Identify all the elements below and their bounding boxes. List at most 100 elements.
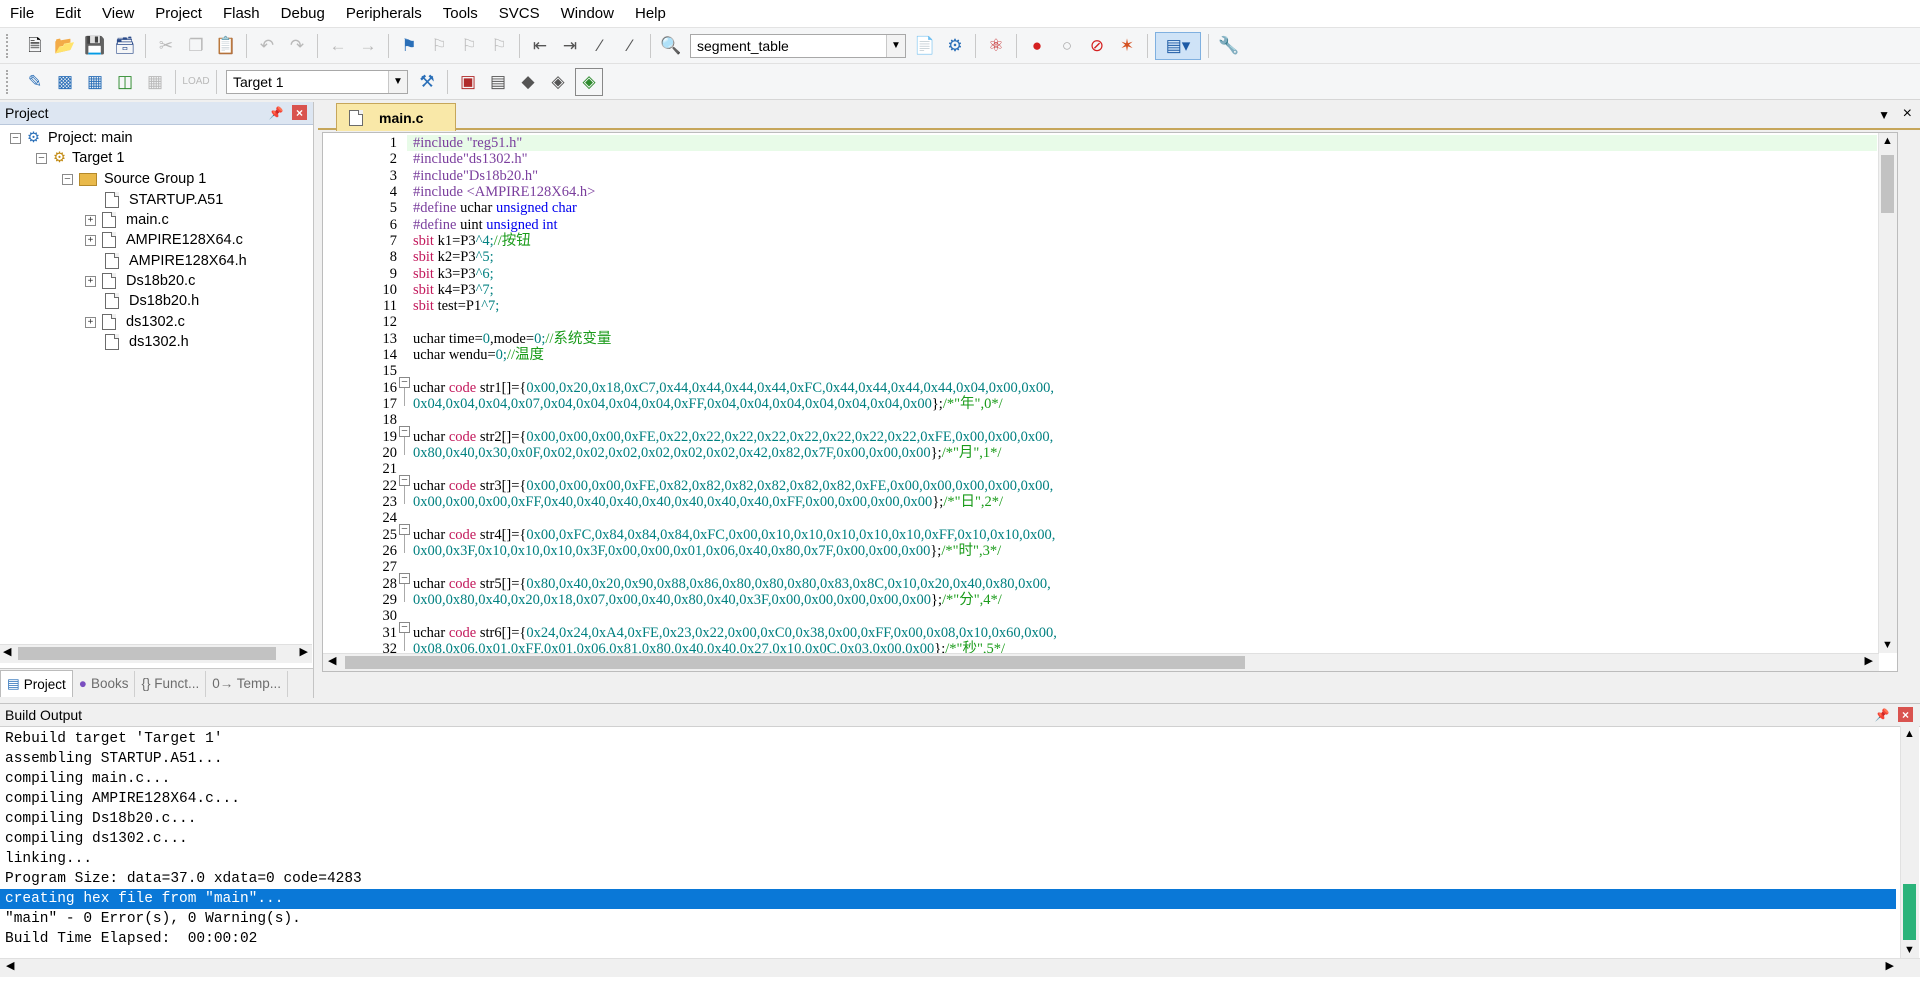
disable-breakpoints-icon[interactable]: ⊘ — [1084, 33, 1110, 59]
download-icon[interactable]: LOAD — [182, 69, 209, 95]
fold-icon[interactable]: – — [399, 426, 410, 437]
tab-functions[interactable]: {} Funct... — [135, 670, 207, 697]
fold-icon[interactable]: – — [399, 622, 410, 633]
tab-list-icon[interactable]: ▼ — [1878, 108, 1890, 122]
fold-icon[interactable]: – — [399, 475, 410, 486]
target-combo[interactable]: Target 1 ▼ — [226, 69, 408, 94]
close-icon[interactable]: × — [292, 105, 307, 120]
pack-installer-icon[interactable]: ◈ — [545, 69, 571, 95]
menu-svcs[interactable]: SVCS — [489, 0, 551, 28]
chevron-down-icon[interactable]: ▼ — [388, 70, 407, 93]
translate-icon[interactable]: ✎ — [22, 69, 48, 95]
expand-icon[interactable]: + — [85, 275, 96, 287]
file-extensions-icon[interactable]: ▤ — [485, 69, 511, 95]
scroll-left-icon[interactable]: ◀ — [3, 645, 11, 658]
tab-books[interactable]: ● Books — [73, 670, 136, 697]
nav-back-icon[interactable]: ← — [325, 33, 351, 59]
menu-flash[interactable]: Flash — [213, 0, 271, 28]
enable-breakpoint-icon[interactable]: ○ — [1054, 33, 1080, 59]
chevron-down-icon[interactable]: ▼ — [886, 34, 905, 57]
output-line-selected[interactable]: creating hex file from "main"... — [0, 889, 1896, 909]
tree-file[interactable]: STARTUP.A51 — [105, 189, 223, 211]
incremental-find-icon[interactable]: ⚙ — [942, 33, 968, 59]
batch-build-icon[interactable]: ◫ — [112, 69, 138, 95]
tree-file[interactable]: + Ds18b20.c — [85, 270, 195, 292]
menu-project[interactable]: Project — [145, 0, 213, 28]
editor-vscrollbar[interactable]: ▲ ▼ — [1878, 133, 1897, 653]
expand-icon[interactable]: + — [85, 234, 96, 246]
pin-icon[interactable]: 📌 — [268, 105, 284, 121]
toolbar-grip[interactable] — [6, 69, 12, 94]
menu-edit[interactable]: Edit — [45, 0, 92, 28]
rebuild-icon[interactable]: ▦ — [82, 69, 108, 95]
start-debug-icon[interactable]: ⚛ — [983, 33, 1009, 59]
redo-icon[interactable]: ↷ — [284, 33, 310, 59]
clear-bookmarks-icon[interactable]: ⚐ — [486, 33, 512, 59]
tab-main-c[interactable]: main.c — [336, 103, 456, 131]
copy-icon[interactable]: ❐ — [183, 33, 209, 59]
scroll-left-icon[interactable]: ◀ — [6, 959, 14, 972]
build-icon[interactable]: ▩ — [52, 69, 78, 95]
tree-file[interactable]: AMPIRE128X64.h — [105, 250, 247, 272]
menu-tools[interactable]: Tools — [433, 0, 489, 28]
scroll-down-icon[interactable]: ▼ — [1882, 639, 1893, 651]
scroll-up-icon[interactable]: ▲ — [1904, 728, 1915, 740]
find-icon[interactable]: 📄 — [912, 33, 938, 59]
indent-icon[interactable]: ⇤ — [527, 33, 553, 59]
close-icon[interactable]: × — [1898, 707, 1913, 722]
toolbar-grip[interactable] — [6, 33, 12, 58]
new-file-icon[interactable]: 🗎 — [22, 33, 48, 59]
fold-icon[interactable]: – — [399, 377, 410, 388]
open-folder-icon[interactable]: 📂 — [52, 33, 78, 59]
scroll-thumb[interactable] — [18, 647, 276, 660]
comment-icon[interactable]: ⁄ — [587, 33, 613, 59]
find-in-files-icon[interactable]: 🔍 — [658, 33, 684, 59]
menu-help[interactable]: Help — [625, 0, 677, 28]
kill-breakpoints-icon[interactable]: ✶ — [1114, 33, 1140, 59]
project-hscrollbar[interactable]: ◀ ▶ — [0, 644, 312, 663]
nav-forward-icon[interactable]: → — [355, 33, 381, 59]
menu-debug[interactable]: Debug — [271, 0, 336, 28]
collapse-icon[interactable]: – — [10, 132, 21, 144]
configure-icon[interactable]: 🔧 — [1216, 33, 1242, 59]
insert-breakpoint-icon[interactable]: ● — [1024, 33, 1050, 59]
tree-project-root[interactable]: – ⚙ Project: main — [10, 127, 133, 149]
save-all-icon[interactable]: 🗃 — [112, 33, 138, 59]
tree-file[interactable]: + AMPIRE128X64.c — [85, 229, 243, 251]
window-layout-icon[interactable]: ▤▾ — [1155, 31, 1201, 60]
menu-peripherals[interactable]: Peripherals — [336, 0, 433, 28]
scroll-down-icon[interactable]: ▼ — [1904, 944, 1915, 956]
scroll-thumb[interactable] — [345, 656, 1245, 669]
manage-rte-icon[interactable]: ◈ — [575, 67, 603, 96]
menu-file[interactable]: File — [0, 0, 45, 28]
save-icon[interactable]: 💾 — [82, 33, 108, 59]
next-bookmark-icon[interactable]: ⚐ — [456, 33, 482, 59]
output-hscrollbar[interactable]: ◀ ▶ — [0, 958, 1920, 977]
fold-icon[interactable]: – — [399, 573, 410, 584]
undo-icon[interactable]: ↶ — [254, 33, 280, 59]
scroll-right-icon[interactable]: ▶ — [300, 645, 308, 658]
close-editor-icon[interactable]: × — [1903, 105, 1912, 123]
tree-file[interactable]: Ds18b20.h — [105, 290, 199, 312]
scroll-up-icon[interactable]: ▲ — [1882, 135, 1893, 147]
scroll-thumb[interactable] — [1903, 884, 1916, 940]
menu-window[interactable]: Window — [551, 0, 625, 28]
target-options-icon[interactable]: ⚒ — [414, 69, 440, 95]
collapse-icon[interactable]: – — [62, 173, 73, 185]
tree-file[interactable]: + ds1302.c — [85, 311, 185, 333]
prev-bookmark-icon[interactable]: ⚐ — [426, 33, 452, 59]
cut-icon[interactable]: ✂ — [153, 33, 179, 59]
tree-target[interactable]: – ⚙ Target 1 — [36, 147, 124, 169]
tree-file[interactable]: + main.c — [85, 209, 169, 231]
output-vscrollbar[interactable]: ▲ ▼ — [1900, 726, 1919, 958]
scroll-right-icon[interactable]: ▶ — [1886, 959, 1894, 972]
paste-icon[interactable]: 📋 — [213, 33, 239, 59]
code-editor[interactable]: 1 2 3 4 5 6 7 8 9 10 11 12 13 14 15 16 17 18 19 20 21 22 23 24 2… — [322, 132, 1898, 672]
stop-build-icon[interactable]: ▦ — [142, 69, 168, 95]
expand-icon[interactable]: + — [85, 316, 96, 328]
menu-view[interactable]: View — [92, 0, 145, 28]
bookmark-icon[interactable]: ⚑ — [396, 33, 422, 59]
scroll-thumb[interactable] — [1881, 155, 1894, 213]
fold-icon[interactable]: – — [399, 524, 410, 535]
pin-icon[interactable]: 📌 — [1874, 707, 1890, 723]
